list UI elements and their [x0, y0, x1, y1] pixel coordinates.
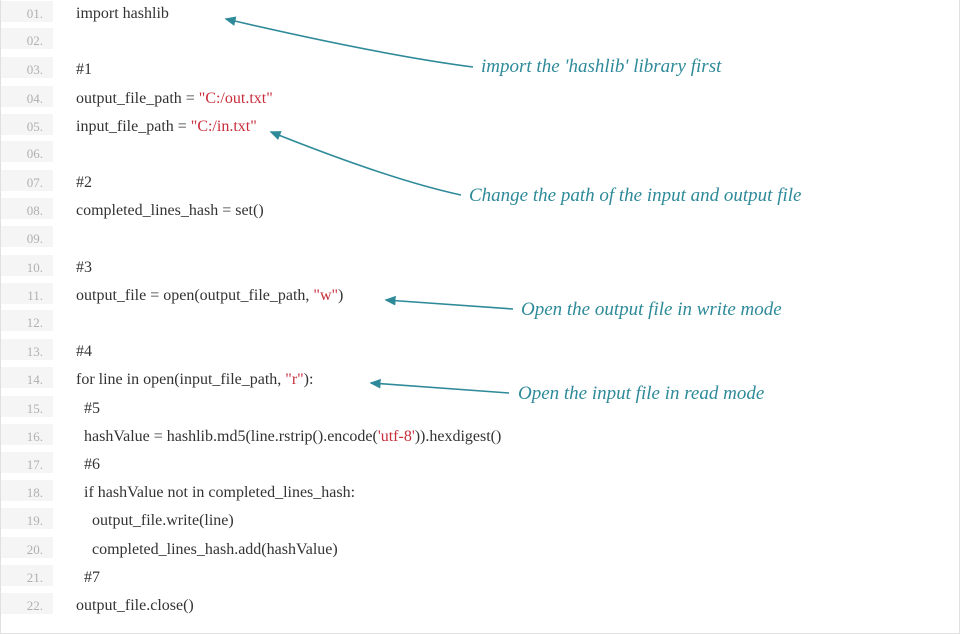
- code-content: output_file = open(output_file_path, "w"…: [53, 282, 343, 305]
- code-content: output_file.close(): [53, 592, 194, 615]
- code-line: 15. #5: [1, 395, 959, 423]
- code-token: import hashlib: [76, 5, 169, 22]
- line-number: 19.: [1, 508, 53, 529]
- line-number: 02.: [1, 28, 53, 49]
- line-number: 08.: [1, 198, 53, 219]
- code-token: #7: [84, 569, 100, 586]
- line-number: 05.: [1, 114, 53, 135]
- code-content: [53, 153, 76, 158]
- code-token: 'utf-8': [378, 428, 415, 445]
- code-line: 16. hashValue = hashlib.md5(line.rstrip(…: [1, 423, 959, 451]
- code-line: 20. completed_lines_hash.add(hashValue): [1, 536, 959, 564]
- code-line: 07. #2: [1, 169, 959, 197]
- code-token: "C:/in.txt": [191, 118, 257, 135]
- code-token: completed_lines_hash.add(hashValue): [92, 541, 338, 558]
- line-number: 16.: [1, 424, 53, 445]
- code-token: #6: [84, 456, 100, 473]
- code-line: 22. output_file.close(): [1, 592, 959, 620]
- code-token: output_file.write(line): [92, 512, 234, 529]
- code-content: #7: [53, 564, 100, 587]
- code-content: [53, 40, 76, 45]
- line-number: 22.: [1, 593, 53, 614]
- line-number: 06.: [1, 141, 53, 162]
- code-content: for line in open(input_file_path, "r"):: [53, 366, 313, 389]
- code-content: if hashValue not in completed_lines_hash…: [53, 479, 355, 502]
- line-number: 04.: [1, 86, 53, 107]
- code-token: input_file_path =: [76, 118, 191, 135]
- code-content: completed_lines_hash = set(): [53, 197, 264, 220]
- code-line: 04.output_file_path = "C:/out.txt": [1, 85, 959, 113]
- code-token: #1: [76, 61, 92, 78]
- code-token: ): [338, 287, 343, 304]
- code-token: #4: [76, 343, 92, 360]
- code-token: "r": [285, 371, 303, 388]
- code-content: hashValue = hashlib.md5(line.rstrip().en…: [53, 423, 501, 446]
- code-token: "w": [313, 287, 338, 304]
- code-token: #2: [76, 174, 92, 191]
- code-line: 05.input_file_path = "C:/in.txt": [1, 113, 959, 141]
- line-number: 18.: [1, 480, 53, 501]
- code-token: )).hexdigest(): [415, 428, 502, 445]
- code-content: [53, 322, 76, 327]
- line-number: 07.: [1, 170, 53, 191]
- line-number: 15.: [1, 396, 53, 417]
- code-token: "C:/out.txt": [199, 90, 273, 107]
- code-content: #4: [53, 338, 92, 361]
- code-token: completed_lines_hash = set(): [76, 202, 264, 219]
- code-content: #5: [53, 395, 100, 418]
- line-number: 09.: [1, 226, 53, 247]
- line-number: 01.: [1, 1, 53, 22]
- code-content: #3: [53, 254, 92, 277]
- line-number: 21.: [1, 565, 53, 586]
- code-line: 17. #6: [1, 451, 959, 479]
- code-line: 13. #4: [1, 338, 959, 366]
- code-content: output_file_path = "C:/out.txt": [53, 85, 273, 108]
- code-content: import hashlib: [53, 0, 169, 23]
- code-line: 19. output_file.write(line): [1, 507, 959, 535]
- code-token: ):: [304, 371, 314, 388]
- line-number: 11.: [1, 283, 53, 304]
- code-content: #6: [53, 451, 100, 474]
- code-block: 01.import hashlib02.03.#104.output_file_…: [1, 0, 959, 620]
- code-content: completed_lines_hash.add(hashValue): [53, 536, 338, 559]
- code-line: 08. completed_lines_hash = set(): [1, 197, 959, 225]
- code-content: input_file_path = "C:/in.txt": [53, 113, 257, 136]
- code-token: #3: [76, 259, 92, 276]
- code-line: 12.: [1, 310, 959, 338]
- code-line: 09.: [1, 226, 959, 254]
- code-line: 02.: [1, 28, 959, 56]
- code-token: output_file.close(): [76, 597, 194, 614]
- code-content: #1: [53, 56, 92, 79]
- line-number: 03.: [1, 57, 53, 78]
- code-line: 21. #7: [1, 564, 959, 592]
- code-line: 01. import hashlib: [1, 0, 959, 28]
- line-number: 14.: [1, 367, 53, 388]
- code-line: 03. #1: [1, 56, 959, 84]
- code-token: #5: [84, 400, 100, 417]
- code-container: 01.import hashlib02.03.#104.output_file_…: [0, 0, 960, 634]
- code-token: output_file = open(output_file_path,: [76, 287, 313, 304]
- code-line: 06.: [1, 141, 959, 169]
- line-number: 10.: [1, 255, 53, 276]
- line-number: 13.: [1, 339, 53, 360]
- code-content: output_file.write(line): [53, 507, 234, 530]
- code-token: for line in open(input_file_path,: [76, 371, 285, 388]
- code-token: output_file_path =: [76, 90, 199, 107]
- code-line: 11.output_file = open(output_file_path, …: [1, 282, 959, 310]
- code-line: 18. if hashValue not in completed_lines_…: [1, 479, 959, 507]
- line-number: 20.: [1, 537, 53, 558]
- code-content: #2: [53, 169, 92, 192]
- line-number: 17.: [1, 452, 53, 473]
- code-token: if hashValue not in completed_lines_hash…: [84, 484, 355, 501]
- code-line: 10. #3: [1, 254, 959, 282]
- line-number: 12.: [1, 310, 53, 331]
- code-content: [53, 238, 76, 243]
- code-token: hashValue = hashlib.md5(line.rstrip().en…: [84, 428, 378, 445]
- code-line: 14.for line in open(input_file_path, "r"…: [1, 366, 959, 394]
